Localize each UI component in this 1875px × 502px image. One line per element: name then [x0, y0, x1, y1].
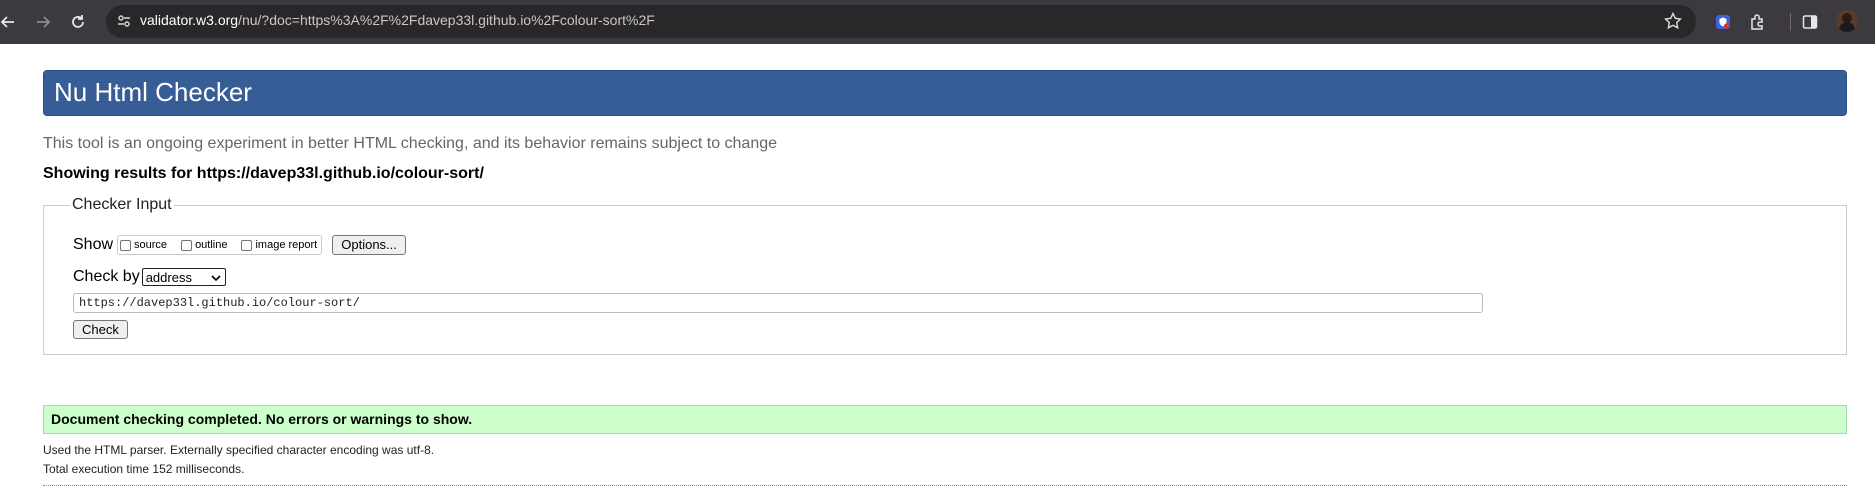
header-banner: Nu Html Checker [43, 70, 1847, 116]
showing-results-heading: Showing results for https://davep33l.git… [43, 165, 484, 182]
image-report-label: image report [255, 239, 318, 251]
footer-divider [43, 485, 1847, 486]
checker-input-legend: Checker Input [72, 196, 172, 213]
address-bar[interactable]: validator.w3.org/nu/?doc=https%3A%2F%2Fd… [106, 5, 1696, 38]
outline-label: outline [195, 239, 228, 251]
check-by-label: Check by [73, 268, 140, 285]
check-by-value: address [145, 269, 192, 285]
options-button[interactable]: Options... [332, 235, 406, 255]
subtitle-text: This tool is an ongoing experiment in be… [43, 135, 778, 152]
forward-icon[interactable] [29, 8, 57, 36]
source-checkbox[interactable] [120, 239, 132, 251]
success-message: Document checking completed. No errors o… [51, 411, 473, 427]
parser-info: Used the HTML parser. Externally specifi… [43, 443, 435, 457]
check-by-select[interactable]: address [141, 268, 226, 286]
source-label: source [134, 239, 168, 251]
outline-checkbox[interactable] [181, 239, 193, 251]
show-options-group: source outline image report [117, 235, 323, 255]
execution-time: Total execution time 152 milliseconds. [43, 462, 245, 476]
address-url: validator.w3.org/nu/?doc=https%3A%2F%2Fd… [140, 12, 655, 28]
extensions-puzzle-icon[interactable] [1745, 9, 1771, 35]
site-info-icon[interactable] [116, 13, 132, 34]
toolbar-divider [1790, 13, 1791, 31]
reload-icon[interactable] [64, 8, 92, 36]
chevron-down-icon [211, 271, 221, 286]
check-button[interactable]: Check [73, 320, 128, 339]
checker-input-fieldset: Checker Input Show source outline image … [43, 196, 1847, 355]
option-source[interactable]: source [120, 239, 167, 251]
image-report-checkbox[interactable] [241, 239, 253, 251]
option-image-report[interactable]: image report [241, 239, 317, 251]
back-icon[interactable] [0, 8, 22, 36]
extension-shield-icon[interactable] [1710, 9, 1736, 35]
side-panel-icon[interactable] [1797, 9, 1823, 35]
document-url-input[interactable]: https://davep33l.github.io/colour-sort/ [73, 293, 1483, 313]
check-by-row: Check by address [73, 268, 226, 286]
browser-toolbar: validator.w3.org/nu/?doc=https%3A%2F%2Fd… [0, 0, 1875, 44]
show-options-row: Show source outline image report Options… [73, 235, 406, 255]
page-title: Nu Html Checker [54, 77, 252, 107]
show-label: Show [73, 236, 114, 253]
option-outline[interactable]: outline [181, 239, 227, 251]
profile-avatar[interactable] [1836, 10, 1858, 32]
bookmark-star-icon[interactable] [1663, 11, 1683, 35]
success-message-box: Document checking completed. No errors o… [43, 405, 1847, 434]
